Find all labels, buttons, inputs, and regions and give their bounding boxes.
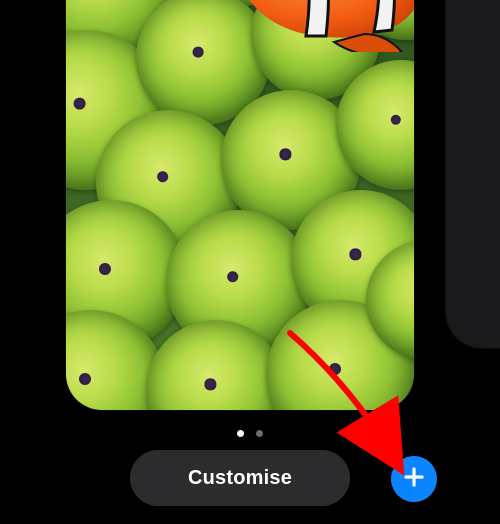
customise-button-label: Customise (188, 467, 292, 490)
page-dot (256, 430, 263, 437)
wallpaper-card-next[interactable] (446, 0, 500, 348)
wallpaper-gallery-screen: Customise (0, 0, 500, 524)
page-indicator (0, 424, 500, 442)
add-button[interactable] (391, 456, 437, 502)
customise-button[interactable]: Customise (130, 450, 350, 506)
plus-icon (402, 465, 426, 494)
clownfish (214, 0, 414, 52)
wallpaper-card-current[interactable] (66, 0, 414, 410)
wallpaper-image (66, 0, 414, 410)
page-dot-active (237, 430, 244, 437)
